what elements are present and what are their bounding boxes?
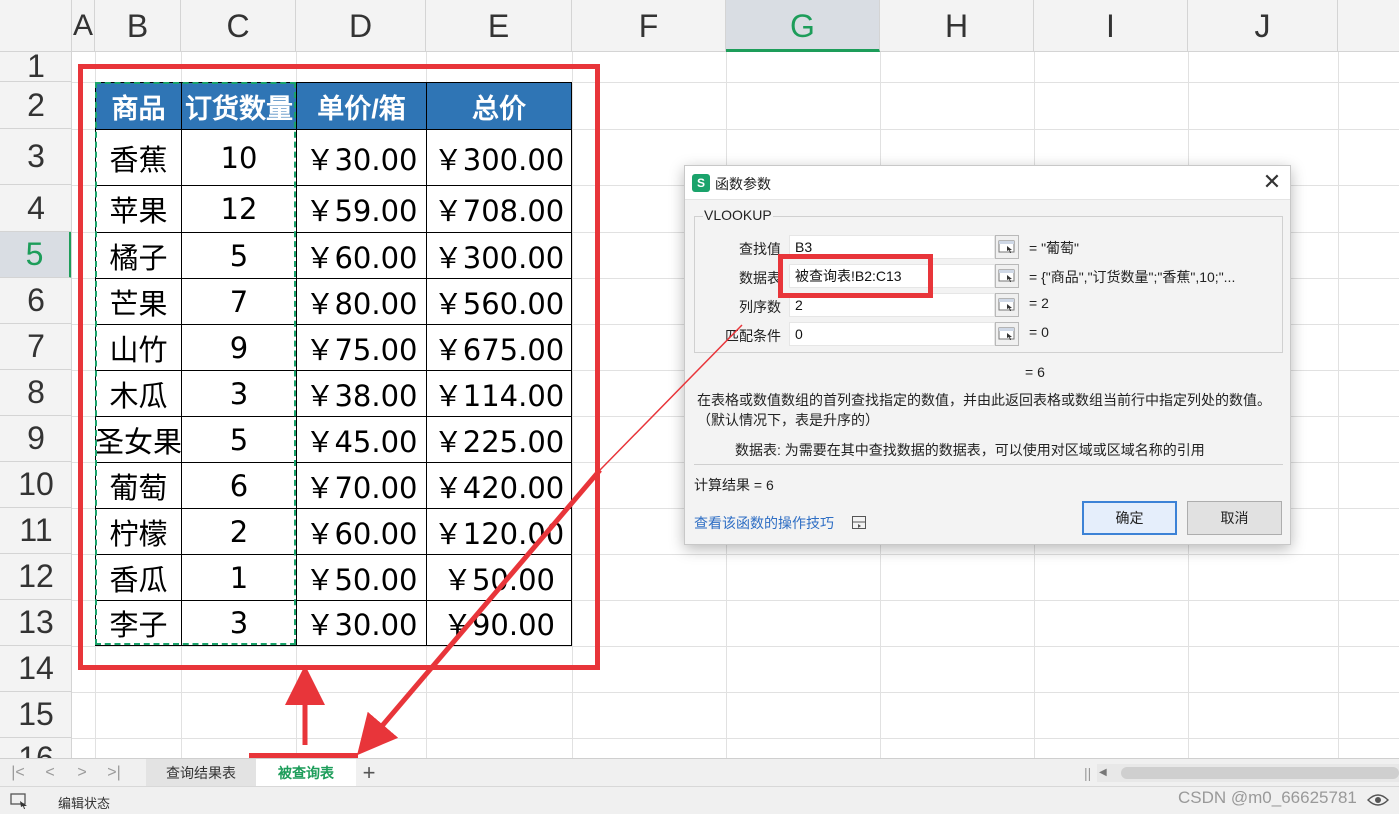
arg-label-lookup-value: 查找值 — [739, 241, 781, 257]
column-header-j[interactable]: J — [1188, 0, 1338, 52]
row-header-6[interactable]: 6 — [0, 278, 71, 324]
column-header-h[interactable]: H — [880, 0, 1034, 52]
arg-label-table-array: 数据表 — [739, 270, 781, 286]
formula-result: = 6 — [1025, 364, 1045, 380]
row-header-5[interactable]: 5 — [0, 232, 71, 278]
next-sheet-icon[interactable]: > — [72, 761, 92, 785]
row-header-8[interactable]: 8 — [0, 370, 71, 416]
row-header-3[interactable]: 3 — [0, 129, 71, 185]
cancel-button[interactable]: 取消 — [1187, 501, 1282, 535]
divider — [694, 464, 1283, 465]
row-header-16[interactable]: 16 — [0, 738, 71, 758]
annotation-box-table-array — [778, 254, 933, 298]
close-icon[interactable]: ✕ — [1259, 170, 1285, 196]
column-header-g[interactable]: G — [726, 0, 880, 52]
range-select-icon[interactable] — [995, 235, 1019, 259]
calculation-result: 计算结果 = 6 — [694, 477, 774, 493]
range-select-icon[interactable] — [995, 293, 1019, 317]
row-header-10[interactable]: 10 — [0, 462, 71, 508]
arg-label-range-lookup: 匹配条件 — [725, 328, 781, 344]
column-header-b[interactable]: B — [95, 0, 181, 52]
arg-eval-table-array: = {"商品","订货数量";"香蕉",10;"... — [1029, 269, 1236, 285]
column-header-bar: A B C D E F G H I J — [0, 0, 1399, 52]
add-sheet-button[interactable]: + — [358, 759, 380, 787]
edit-status-icon[interactable] — [10, 793, 30, 809]
column-header-d[interactable]: D — [296, 0, 426, 52]
edit-status-text: 编辑状态 — [58, 796, 111, 811]
dialog-title-bar[interactable]: S 函数参数 ✕ — [685, 166, 1290, 200]
row-header-1[interactable]: 1 — [0, 52, 71, 84]
select-all-corner[interactable] — [0, 0, 72, 52]
ok-button[interactable]: 确定 — [1082, 501, 1177, 535]
row-header-bar: 1 2 3 4 5 6 7 8 9 10 11 12 13 14 15 16 — [0, 52, 72, 758]
app-logo-icon: S — [692, 174, 710, 192]
arg-eval-lookup-value: = "葡萄" — [1029, 240, 1080, 256]
column-header-e[interactable]: E — [426, 0, 572, 52]
column-header-i[interactable]: I — [1034, 0, 1188, 52]
arg-eval-range-lookup: = 0 — [1029, 324, 1049, 340]
last-sheet-icon[interactable]: >| — [104, 761, 124, 785]
tab-splitter[interactable]: || — [1084, 765, 1091, 781]
row-header-14[interactable]: 14 — [0, 646, 71, 692]
range-lookup-input[interactable]: 0 — [789, 322, 995, 346]
row-header-9[interactable]: 9 — [0, 416, 71, 462]
horizontal-scrollbar[interactable]: ◀ — [1097, 764, 1399, 782]
arg-label-col-index: 列序数 — [739, 299, 781, 315]
arg-eval-col-index: = 2 — [1029, 295, 1049, 311]
function-description: 在表格或数值数组的首列查找指定的数值，并由此返回表格或数组当前行中指定列处的数值… — [697, 392, 1271, 428]
range-select-icon[interactable] — [995, 264, 1019, 288]
row-header-12[interactable]: 12 — [0, 554, 71, 600]
argument-description: 数据表: 为需要在其中查找数据的数据表，可以使用对区域或区域名称的引用 — [735, 442, 1205, 458]
row-header-11[interactable]: 11 — [0, 508, 71, 554]
row-header-15[interactable]: 15 — [0, 692, 71, 738]
eye-icon[interactable] — [1367, 793, 1389, 807]
row-header-2[interactable]: 2 — [0, 82, 71, 129]
scroll-left-icon[interactable]: ◀ — [1099, 764, 1107, 782]
function-help-link[interactable]: 查看该函数的操作技巧 — [694, 513, 834, 533]
column-header-a[interactable]: A — [72, 0, 95, 52]
column-header-f[interactable]: F — [572, 0, 726, 52]
row-header-7[interactable]: 7 — [0, 324, 71, 370]
first-sheet-icon[interactable]: |< — [8, 761, 28, 785]
watermark: CSDN @m0_66625781 — [1178, 788, 1357, 807]
sheet-tab-bar: |< < > >| 查询结果表 被查询表 + || ◀ — [0, 758, 1399, 787]
function-name: VLOOKUP — [703, 207, 773, 223]
function-arguments-dialog: S 函数参数 ✕ VLOOKUP 查找值 B3 = "葡萄" 数据表 被查询表!… — [684, 165, 1291, 545]
scrollbar-thumb[interactable] — [1121, 767, 1399, 779]
row-header-4[interactable]: 4 — [0, 185, 71, 232]
status-bar: 编辑状态 CSDN @m0_66625781 — [0, 786, 1399, 814]
annotation-box-table — [78, 64, 600, 670]
sheet-tab-query-results[interactable]: 查询结果表 — [146, 759, 256, 787]
range-select-icon[interactable] — [995, 322, 1019, 346]
prev-sheet-icon[interactable]: < — [40, 761, 60, 785]
sheet-tab-queried[interactable]: 被查询表 — [256, 759, 356, 787]
dialog-title: 函数参数 — [715, 176, 771, 192]
column-header-c[interactable]: C — [181, 0, 296, 52]
help-video-icon[interactable] — [852, 516, 866, 529]
row-header-13[interactable]: 13 — [0, 600, 71, 646]
